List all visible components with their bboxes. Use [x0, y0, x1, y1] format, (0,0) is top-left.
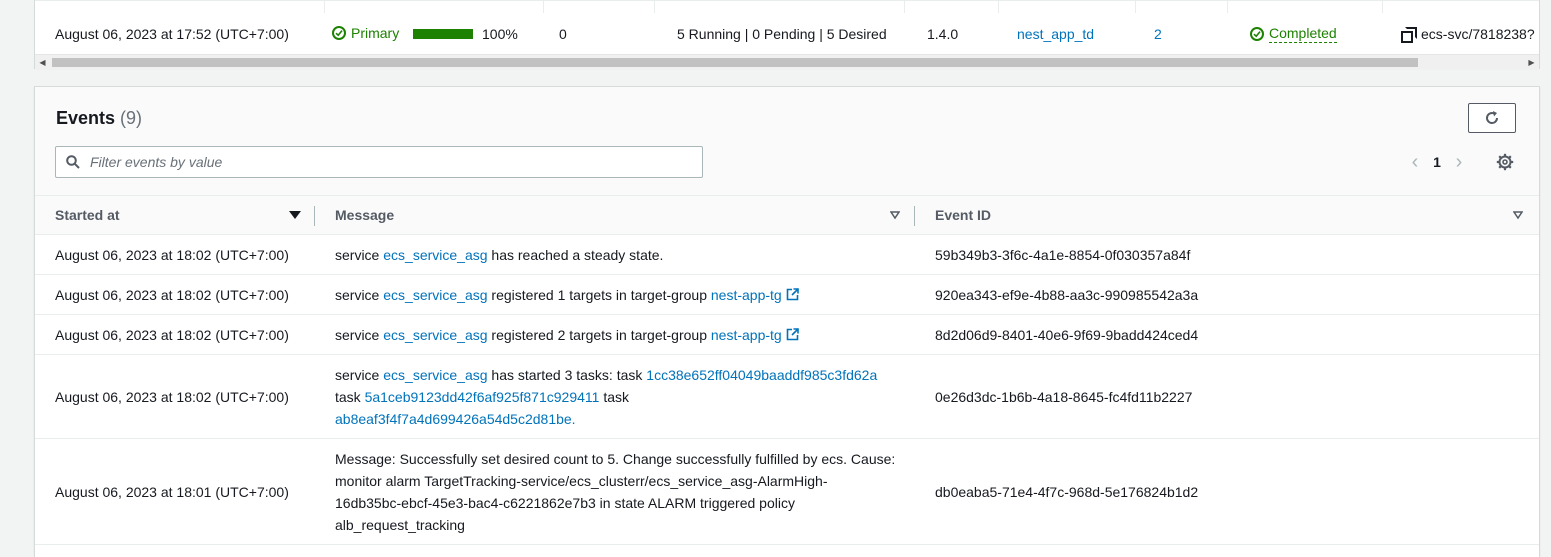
service-link[interactable]: ecs_service_asg: [383, 287, 487, 303]
event-started-at: August 06, 2023 at 18:02 (UTC+7:00): [55, 247, 289, 263]
check-circle-icon: [1250, 27, 1264, 41]
sort-icon[interactable]: [1513, 210, 1523, 220]
column-label-started-at: Started at: [55, 207, 120, 223]
service-link[interactable]: ecs_service_asg: [383, 367, 487, 383]
event-id: db0eaba5-71e4-4f7c-968d-5e176824b1d2: [935, 484, 1199, 500]
filter-events-input[interactable]: [88, 153, 682, 171]
page-number[interactable]: 1: [1425, 154, 1449, 170]
deployment-progress-label: 100%: [482, 26, 518, 42]
external-link-icon: [786, 288, 799, 301]
message-text: service: [335, 327, 380, 343]
filter-events-field[interactable]: [55, 146, 703, 178]
table-row: August 06, 2023 at 18:02 (UTC+7:00) serv…: [35, 315, 1539, 355]
target-group-link[interactable]: nest-app-tg: [711, 327, 799, 343]
failed-tasks: 0: [559, 26, 567, 42]
service-link[interactable]: ecs_service_asg: [383, 247, 487, 263]
event-message: service ecs_service_asg has started 3 ta…: [335, 364, 915, 430]
event-id: 8d2d06d9-8401-40e6-9f69-9badd424ced4: [935, 327, 1199, 343]
message-text: alb_request_tracking: [335, 517, 465, 533]
task-link[interactable]: 5a1ceb9123dd42f6af925f871c929411: [365, 389, 600, 405]
rollout-state[interactable]: Completed: [1250, 25, 1337, 43]
message-text: has reached a steady state.: [491, 247, 664, 263]
event-message: Message: Successfully set desired count …: [335, 448, 915, 536]
table-row: August 06, 2023 at 18:01 (UTC+7:00) Mess…: [35, 439, 1539, 545]
events-title-text: Events: [56, 108, 116, 128]
search-icon: [66, 155, 80, 169]
event-started-at: August 06, 2023 at 18:02 (UTC+7:00): [55, 389, 289, 405]
message-text: task: [335, 389, 361, 405]
table-row: August 06, 2023 at 18:02 (UTC+7:00) serv…: [35, 355, 1539, 439]
pagination: ‹ 1 ›: [1405, 151, 1469, 173]
revision-link[interactable]: 2: [1154, 26, 1162, 42]
event-message: service ecs_service_asg has reached a st…: [335, 244, 663, 266]
tasks-summary: 5 Running | 0 Pending | 5 Desired: [677, 26, 887, 42]
event-started-at: August 06, 2023 at 18:01 (UTC+7:00): [55, 484, 289, 500]
event-id: 0e26d3dc-1b6b-4a18-8645-fc4fd11b2227: [935, 389, 1193, 405]
refresh-icon: [1486, 111, 1499, 124]
column-header-event-id[interactable]: Event ID: [935, 196, 1525, 234]
events-title: Events (9): [56, 108, 142, 129]
message-text: Message: Successfully set desired count …: [335, 451, 896, 467]
external-link-icon: [786, 328, 799, 341]
event-started-at: August 06, 2023 at 18:02 (UTC+7:00): [55, 287, 289, 303]
task-link[interactable]: 1cc38e652ff04049baaddf985c3fd62a: [646, 367, 877, 383]
target-group-link[interactable]: nest-app-tg: [711, 287, 799, 303]
message-text: task: [603, 389, 630, 405]
message-text: registered 2 targets in target-group: [491, 327, 707, 343]
message-text: has started 3 tasks: task: [491, 367, 643, 383]
deployment-created-at: August 06, 2023 at 17:52 (UTC+7:00): [55, 26, 289, 42]
table-row: August 06, 2023 at 18:02 (UTC+7:00) serv…: [35, 275, 1539, 315]
task-definition-link[interactable]: nest_app_td: [1017, 26, 1094, 42]
task-link[interactable]: ab8eaf3f4f7a4d699426a54d5c2d81be.: [335, 411, 576, 427]
target-group-label: nest-app-tg: [710, 287, 782, 303]
deployment-status-label: Primary: [351, 25, 400, 41]
deployment-id-value: ecs-svc/7818238?: [1421, 26, 1535, 42]
event-id: 920ea343-ef9e-4b88-aa3c-990985542a3a: [935, 287, 1199, 303]
events-count: (9): [120, 108, 143, 128]
message-text: service: [335, 247, 380, 263]
platform-version: 1.4.0: [927, 26, 959, 42]
message-text: registered 1 targets in target-group: [491, 287, 707, 303]
settings-icon[interactable]: [1496, 153, 1514, 171]
scroll-right-icon[interactable]: ▶: [1524, 55, 1539, 70]
deployment-progress-bar: [413, 29, 473, 39]
column-label-event-id: Event ID: [935, 207, 992, 223]
message-text: service: [335, 287, 380, 303]
refresh-button[interactable]: [1468, 103, 1516, 133]
target-group-label: nest-app-tg: [710, 327, 782, 343]
column-header-started-at[interactable]: Started at: [55, 196, 315, 234]
chevron-right-icon[interactable]: ›: [1449, 152, 1469, 172]
sort-desc-icon[interactable]: [289, 211, 301, 219]
events-table-header: Started at Message Event ID: [35, 195, 1539, 235]
events-header: Events (9) ‹ 1 ›: [35, 87, 1539, 195]
copy-icon[interactable]: [1401, 27, 1417, 43]
event-id: 59b349b3-3f6c-4a1e-8854-0f030357a84f: [935, 247, 1191, 263]
event-message: service ecs_service_asg registered 2 tar…: [335, 324, 799, 346]
message-text: monitor alarm TargetTracking-service/ecs…: [335, 473, 828, 489]
column-label-message: Message: [335, 207, 395, 223]
events-panel: Events (9) ‹ 1 ›: [34, 86, 1540, 557]
deployment-row: August 06, 2023 at 17:52 (UTC+7:00) Prim…: [35, 0, 1539, 55]
table-row: August 06, 2023 at 18:02 (UTC+7:00) serv…: [35, 235, 1539, 275]
check-circle-icon: [332, 26, 346, 40]
deployment-id[interactable]: ecs-svc/7818238?: [1401, 26, 1535, 43]
deployments-table: August 06, 2023 at 17:52 (UTC+7:00) Prim…: [34, 0, 1540, 70]
message-text: 16db35bc-ebcf-45e3-bac4-c6221862e7b3 in …: [335, 495, 795, 511]
event-started-at: August 06, 2023 at 18:02 (UTC+7:00): [55, 327, 289, 343]
scroll-left-icon[interactable]: ◀: [35, 55, 50, 70]
scrollbar-thumb[interactable]: [52, 58, 1418, 67]
column-header-message[interactable]: Message: [335, 196, 915, 234]
chevron-left-icon[interactable]: ‹: [1405, 152, 1425, 172]
rollout-state-label: Completed: [1269, 25, 1337, 43]
horizontal-scrollbar[interactable]: ◀ ▶: [35, 54, 1539, 70]
service-link[interactable]: ecs_service_asg: [383, 327, 487, 343]
event-message: service ecs_service_asg registered 1 tar…: [335, 284, 799, 306]
deployment-status: Primary: [332, 25, 399, 41]
sort-icon[interactable]: [890, 210, 900, 220]
message-text: service: [335, 367, 380, 383]
